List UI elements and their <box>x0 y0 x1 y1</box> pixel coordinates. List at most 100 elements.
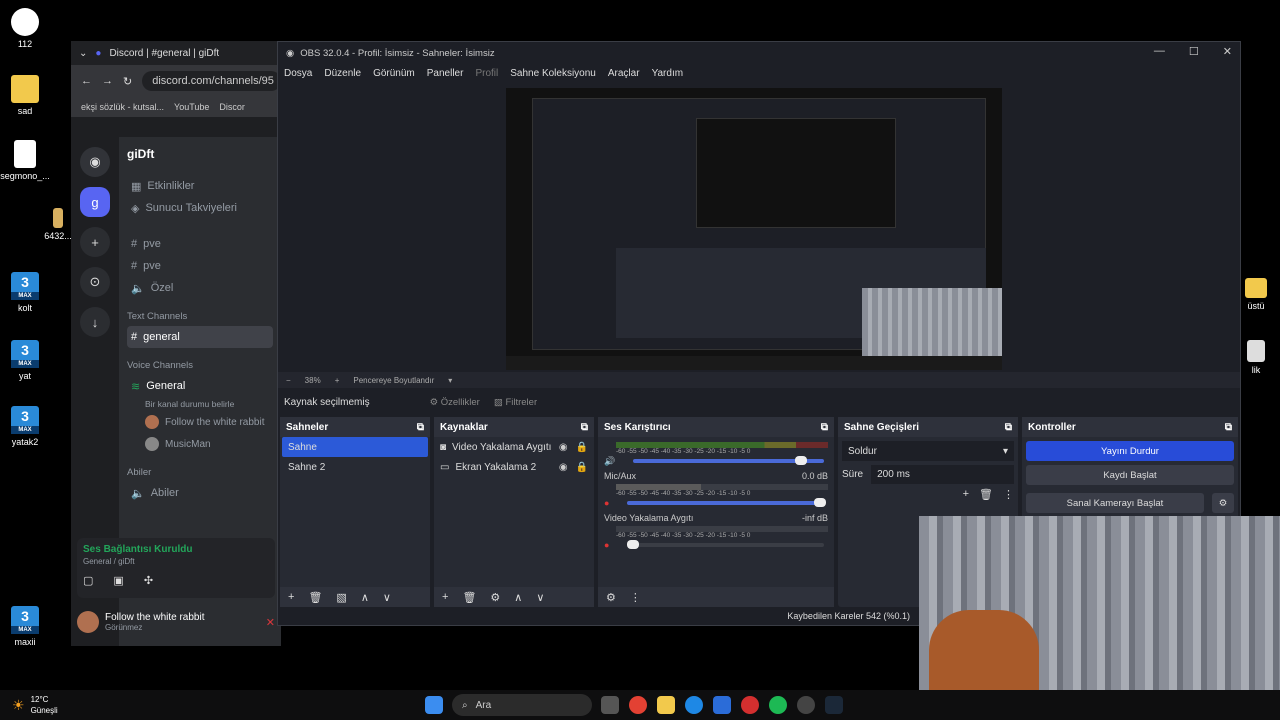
channel-pve-2[interactable]: # pve <box>127 255 273 277</box>
up-arrow-icon[interactable]: ∧ <box>514 591 522 604</box>
server-name[interactable]: giDft <box>127 147 273 161</box>
category-voice-channels[interactable]: Voice Channels <box>127 360 273 371</box>
close-icon[interactable]: ✕ <box>1223 45 1232 58</box>
more-icon[interactable]: ⋮ <box>1003 488 1014 501</box>
fit-window-select[interactable]: Pencereye Boyutlandır <box>353 376 434 385</box>
voice-status[interactable]: Bir kanal durumu belirle <box>127 397 273 411</box>
add-icon[interactable]: + <box>963 488 969 501</box>
voice-user-musicman[interactable]: MusicMan <box>127 433 273 455</box>
channel-pve-1[interactable]: # pve <box>127 233 273 255</box>
dock-float-icon[interactable]: ⧉ <box>1225 422 1232 433</box>
eye-icon[interactable]: ◉ <box>559 462 568 473</box>
trash-icon[interactable]: 🗑 <box>979 488 993 501</box>
bookmark-eksi[interactable]: ekşi sözlük - kutsal... <box>81 102 164 112</box>
opera-icon[interactable] <box>741 696 759 714</box>
outlook-icon[interactable] <box>713 696 731 714</box>
category-abiler[interactable]: Abiler <box>127 467 273 478</box>
speaker-icon[interactable]: 🔊 <box>604 456 615 467</box>
gear-icon[interactable]: ⚙ <box>606 591 616 604</box>
trash-icon[interactable]: 🗑 <box>308 591 322 604</box>
volume-slider[interactable] <box>633 456 824 465</box>
chevron-down-icon[interactable]: ⌄ <box>79 48 87 59</box>
server-gidft-icon[interactable]: g <box>80 187 110 217</box>
scene-item-sahne[interactable]: Sahne <box>282 437 428 457</box>
channel-etkinlikler[interactable]: ▦ Etkinlikler <box>127 175 273 197</box>
connection-sub[interactable]: General / giDft <box>83 557 269 566</box>
desktop-icon-112[interactable]: 112 <box>0 8 50 49</box>
desktop-icon-kolt[interactable]: 3 MAX kolt <box>0 272 50 313</box>
menu-sahne-koleksiyonu[interactable]: Sahne Koleksiyonu <box>510 68 596 79</box>
chrome-icon[interactable] <box>629 696 647 714</box>
slider-knob[interactable] <box>795 456 808 465</box>
menu-araclar[interactable]: Araçlar <box>608 68 640 79</box>
voice-user-rabbit[interactable]: Follow the white rabbit <box>127 411 273 433</box>
task-view-icon[interactable] <box>601 696 619 714</box>
menu-duzenle[interactable]: Düzenle <box>324 68 361 79</box>
spotify-icon[interactable] <box>769 696 787 714</box>
obs-preview[interactable] <box>278 82 1240 372</box>
menu-gorunum[interactable]: Görünüm <box>373 68 415 79</box>
dock-float-icon[interactable]: ⧉ <box>1005 422 1012 433</box>
maximize-icon[interactable]: ☐ <box>1189 45 1199 58</box>
stop-stream-button[interactable]: Yayını Durdur <box>1026 441 1234 461</box>
dock-float-icon[interactable]: ⧉ <box>821 422 828 433</box>
lock-icon[interactable]: 🔒 <box>576 442 588 453</box>
dock-float-icon[interactable]: ⧉ <box>581 422 588 433</box>
source-item-video[interactable]: ◙ Video Yakalama Aygıtı ◉ 🔒 <box>434 437 594 457</box>
up-arrow-icon[interactable]: ∧ <box>361 591 369 604</box>
download-icon[interactable]: ↓ <box>80 307 110 337</box>
category-text-channels[interactable]: Text Channels <box>127 311 273 322</box>
bookmark-youtube[interactable]: YouTube <box>174 102 209 112</box>
activities-icon[interactable]: ✣ <box>144 574 153 587</box>
desktop-icon-sad[interactable]: sad <box>0 75 50 116</box>
add-icon[interactable]: + <box>288 591 294 603</box>
filter-icon[interactable]: ▧ <box>336 591 346 604</box>
screen-share-icon[interactable]: ▣ <box>113 574 123 587</box>
duration-input[interactable]: 200 ms <box>871 465 1014 484</box>
desktop-icon-segmono[interactable]: segmono_... <box>0 140 50 181</box>
steam-icon[interactable] <box>825 696 843 714</box>
reload-icon[interactable]: ↻ <box>123 75 132 88</box>
windows-start-icon[interactable] <box>425 696 443 714</box>
bookmark-discord[interactable]: Discor <box>219 102 245 112</box>
gear-icon[interactable]: ⚙ <box>490 591 500 604</box>
down-arrow-icon[interactable]: ∨ <box>536 591 544 604</box>
zoom-out-icon[interactable]: − <box>286 376 291 385</box>
zoom-in-icon[interactable]: + <box>335 376 340 385</box>
transition-select[interactable]: Soldur ▾ <box>842 441 1014 461</box>
menu-paneller[interactable]: Paneller <box>427 68 464 79</box>
obs-taskbar-icon[interactable] <box>797 696 815 714</box>
scene-item-sahne-2[interactable]: Sahne 2 <box>282 457 428 477</box>
minimize-icon[interactable]: — <box>1154 45 1165 58</box>
down-arrow-icon[interactable]: ∨ <box>383 591 391 604</box>
desktop-icon-maxii[interactable]: 3 MAX maxii <box>0 606 50 647</box>
trash-icon[interactable]: 🗑 <box>462 591 476 604</box>
start-virtual-camera-button[interactable]: Sanal Kamerayı Başlat <box>1026 493 1204 513</box>
volume-slider[interactable] <box>627 498 827 507</box>
chevron-down-icon[interactable]: ▾ <box>448 376 452 385</box>
menu-yardim[interactable]: Yardım <box>652 68 684 79</box>
start-recording-button[interactable]: Kaydı Başlat <box>1026 465 1234 485</box>
volume-slider[interactable] <box>627 540 824 549</box>
voice-channel-general[interactable]: ≋ General <box>127 375 273 397</box>
mute-icon[interactable]: ● <box>604 498 609 508</box>
source-item-screen[interactable]: ▭ Ekran Yakalama 2 ◉ 🔒 <box>434 457 594 477</box>
add-icon[interactable]: + <box>442 591 448 603</box>
filters-button[interactable]: ▧ Filtreler <box>494 397 537 408</box>
add-server-icon[interactable]: + <box>80 227 110 257</box>
channel-abiler[interactable]: 🔈 Abiler <box>127 482 273 504</box>
virtual-camera-settings-icon[interactable]: ⚙ <box>1212 493 1234 513</box>
desktop-icon-yatak2[interactable]: 3 MAX yatak2 <box>0 406 50 447</box>
forward-icon[interactable]: → <box>102 75 113 87</box>
edge-icon[interactable] <box>685 696 703 714</box>
slider-knob[interactable] <box>627 540 640 549</box>
menu-profil[interactable]: Profil <box>475 68 498 79</box>
dock-float-icon[interactable]: ⧉ <box>417 422 424 433</box>
search-box[interactable]: ⌕ Ara <box>452 694 592 716</box>
desktop-icon-yat[interactable]: 3 MAX yat <box>0 340 50 381</box>
discord-home-icon[interactable]: ◉ <box>80 147 110 177</box>
properties-button[interactable]: ⚙ Özellikler <box>430 397 480 408</box>
slider-knob[interactable] <box>814 498 827 507</box>
avatar[interactable] <box>77 611 99 633</box>
channel-ozel[interactable]: 🔈 Özel <box>127 277 273 299</box>
